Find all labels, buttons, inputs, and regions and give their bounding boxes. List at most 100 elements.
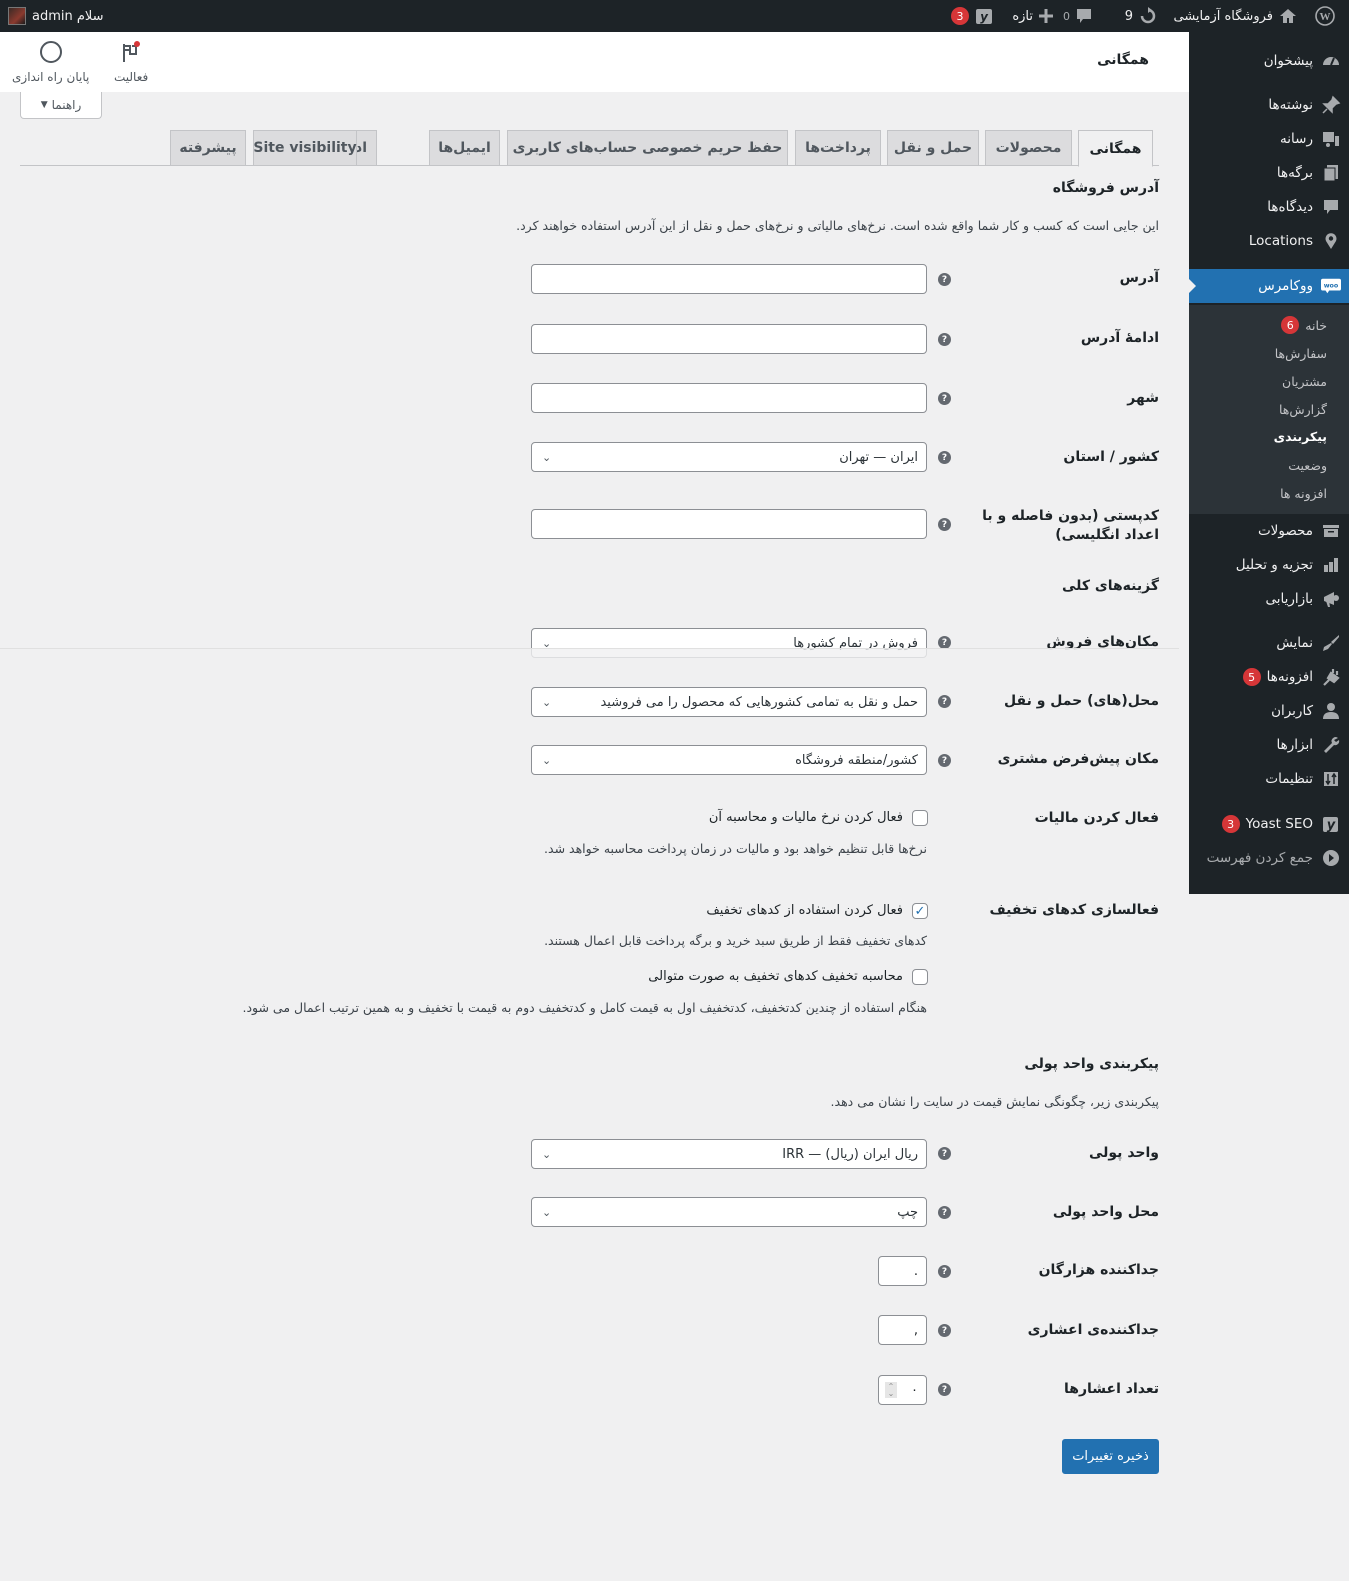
submenu-item-customers[interactable]: مشتریان: [1189, 367, 1349, 395]
help-icon[interactable]: ?: [938, 1383, 951, 1396]
chart-bar-icon: [1321, 555, 1341, 575]
enable-coupons-checkbox-label[interactable]: فعال کردن استفاده از کدهای تخفیف: [706, 903, 903, 918]
pin-icon: [1321, 95, 1341, 115]
sidebar-item-products[interactable]: محصولات: [1189, 514, 1349, 548]
collapse-menu-button[interactable]: جمع کردن فهرست: [1189, 841, 1349, 875]
home-icon: [1280, 9, 1296, 23]
settings-tabs: همگانی محصولات حمل و نقل پرداخت‌ها حفظ ح…: [20, 130, 1159, 167]
currency-position-select[interactable]: چپ ⌄: [531, 1197, 927, 1227]
postcode-label: کدپستی (بدون فاصله و با اعداد انگلیسی): [982, 508, 1159, 543]
submenu-item-orders[interactable]: سفارش‌ها: [1189, 339, 1349, 367]
tab-products[interactable]: محصولات: [985, 130, 1072, 166]
thousand-separator-input[interactable]: .: [878, 1256, 927, 1286]
sidebar-item-dashboard[interactable]: پیشخوان: [1189, 44, 1349, 78]
decimal-separator-input[interactable]: ,: [878, 1315, 927, 1345]
help-icon[interactable]: ?: [938, 1324, 951, 1337]
woo-icon: woo: [1321, 276, 1341, 296]
currency-value: ریال ایران (ریال) — IRR: [782, 1146, 918, 1162]
sidebar-item-label: تجزیه و تحلیل: [1235, 557, 1313, 573]
sidebar-item-appearance[interactable]: نمایش: [1189, 626, 1349, 660]
sidebar-item-pages[interactable]: برگه‌ها: [1189, 156, 1349, 190]
sidebar-item-label: جمع کردن فهرست: [1206, 850, 1313, 866]
sequential-coupons-checkbox-label[interactable]: محاسبه تخفیف کدهای تخفیف به صورت متوالی: [648, 969, 903, 984]
country-select[interactable]: ایران — تهران ⌄: [531, 442, 927, 472]
sidebar-item-comments[interactable]: دیدگاه‌ها: [1189, 190, 1349, 224]
sidebar-item-media[interactable]: رسانه: [1189, 122, 1349, 156]
media-icon: [1321, 129, 1341, 149]
tab-advanced[interactable]: پیشرفته: [170, 130, 246, 166]
default-location-select[interactable]: کشور/منطقه فروشگاه ⌄: [531, 745, 927, 775]
sidebar-item-settings[interactable]: تنظیمات: [1189, 762, 1349, 796]
svg-text:y: y: [980, 10, 989, 24]
submenu-item-home[interactable]: خانه 6: [1189, 311, 1349, 339]
postcode-input[interactable]: [531, 509, 927, 539]
brush-icon: [1321, 633, 1341, 653]
city-input[interactable]: [531, 383, 927, 413]
number-of-decimals-input[interactable]: ⌃ ⌄ ۰: [878, 1375, 927, 1405]
help-icon[interactable]: ?: [938, 333, 951, 346]
svg-text:y: y: [1327, 818, 1336, 833]
tab-payments[interactable]: پرداخت‌ها: [795, 130, 881, 166]
sidebar-item-plugins[interactable]: افزونه‌ها 5: [1189, 660, 1349, 694]
enable-taxes-description: نرخ‌ها قابل تنظیم خواهد بود و مالیات در …: [544, 841, 927, 856]
wordpress-logo[interactable]: W: [1315, 0, 1335, 32]
help-icon[interactable]: ?: [938, 1265, 951, 1278]
svg-text:W: W: [1320, 11, 1331, 23]
help-icon[interactable]: ?: [938, 754, 951, 767]
save-changes-button[interactable]: ذخیره تغییرات: [1062, 1439, 1159, 1474]
greeting: سلام admin: [32, 8, 104, 24]
activity-button[interactable]: فعالیت: [114, 40, 148, 84]
yoast-adminbar-link[interactable]: y 3: [951, 0, 993, 32]
sidebar-item-marketing[interactable]: بازاریابی: [1189, 582, 1349, 616]
sidebar-item-tools[interactable]: ابزارها: [1189, 728, 1349, 762]
new-content-link[interactable]: تازه: [1012, 0, 1053, 32]
sidebar-item-users[interactable]: کاربران: [1189, 694, 1349, 728]
chevron-down-icon: ⌄: [542, 753, 552, 767]
site-name-link[interactable]: فروشگاه آزمایشی: [1173, 0, 1297, 32]
address2-input[interactable]: [531, 324, 927, 354]
submenu-item-extensions[interactable]: افزونه ها: [1189, 479, 1349, 507]
spinner-arrows-icon[interactable]: ⌃ ⌄: [885, 1382, 897, 1398]
updates-link[interactable]: 9: [1125, 0, 1157, 32]
help-icon[interactable]: ?: [938, 518, 951, 531]
submenu-item-status[interactable]: وضعیت: [1189, 451, 1349, 479]
finish-setup-button[interactable]: پایان راه اندازی: [12, 40, 89, 84]
submenu-item-settings[interactable]: پیکربندی: [1189, 422, 1349, 450]
sidebar-item-woocommerce[interactable]: woo ووکامرس: [1189, 269, 1349, 303]
submenu-item-reports[interactable]: گزارش‌ها: [1189, 395, 1349, 423]
shipping-locations-select[interactable]: حمل و نقل به تمامی کشورهایی که محصول را …: [531, 687, 927, 717]
sidebar-item-locations[interactable]: Locations: [1189, 224, 1349, 258]
my-account[interactable]: سلام admin: [8, 0, 104, 32]
enable-taxes-checkbox-label[interactable]: فعال کردن نرخ مالیات و محاسبه آن: [709, 810, 903, 825]
sidebar-item-label: برگه‌ها: [1276, 165, 1313, 181]
currency-select[interactable]: ریال ایران (ریال) — IRR ⌄: [531, 1139, 927, 1169]
help-tab-button[interactable]: راهنما ▼: [20, 92, 102, 119]
help-icon[interactable]: ?: [938, 273, 951, 286]
currency-description: پیکربندی زیر، چگونگی نمایش قیمت در سایت …: [830, 1094, 1159, 1109]
tab-site-visibility[interactable]: Site visibility: [253, 130, 357, 166]
address-input[interactable]: [531, 264, 927, 294]
help-icon[interactable]: ?: [938, 392, 951, 405]
sidebar-item-posts[interactable]: نوشته‌ها: [1189, 88, 1349, 122]
tab-general[interactable]: همگانی: [1078, 130, 1153, 167]
enable-taxes-checkbox[interactable]: [912, 810, 928, 826]
help-icon[interactable]: ?: [938, 1206, 951, 1219]
sidebar-item-label: بازاریابی: [1265, 591, 1313, 607]
currency-position-label: محل واحد پولی: [1052, 1204, 1159, 1220]
tab-emails[interactable]: ایمیل‌ها: [429, 130, 500, 166]
country-value: ایران — تهران: [839, 449, 918, 465]
render-artifact-divider: [0, 648, 1179, 658]
sequential-coupons-checkbox[interactable]: [912, 969, 928, 985]
wordpress-icon: W: [1315, 6, 1335, 26]
sidebar-item-analytics[interactable]: تجزیه و تحلیل: [1189, 548, 1349, 582]
tab-shipping[interactable]: حمل و نقل: [887, 130, 979, 166]
help-icon[interactable]: ?: [938, 1147, 951, 1160]
help-icon[interactable]: ?: [938, 451, 951, 464]
admin-bar: W فروشگاه آزمایشی 9 0 تازه y 3 سلام admi…: [0, 0, 1349, 32]
sidebar-item-yoast[interactable]: y Yoast SEO 3: [1189, 807, 1349, 841]
tab-privacy[interactable]: حفظ حریم خصوصی حساب‌های کاربری: [507, 130, 788, 166]
help-icon[interactable]: ?: [938, 695, 951, 708]
comments-link[interactable]: 0: [1063, 0, 1092, 32]
enable-coupons-checkbox[interactable]: ✓: [912, 903, 928, 919]
sidebar-item-label: نوشته‌ها: [1268, 97, 1313, 113]
